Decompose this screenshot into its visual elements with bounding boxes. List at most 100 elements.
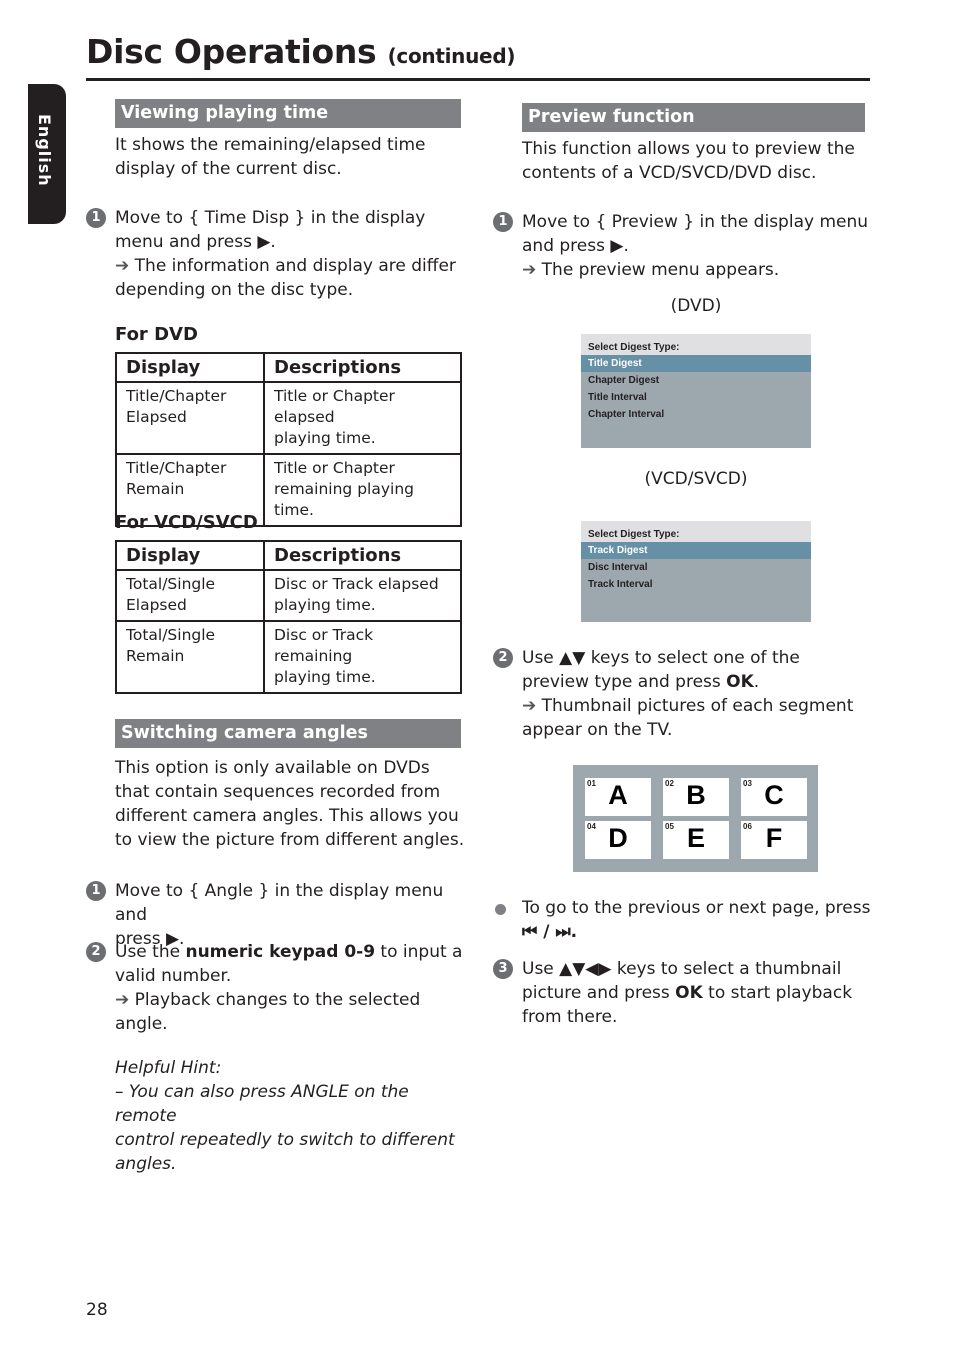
- step-number-icon: 1: [86, 208, 106, 228]
- table-header-row: Display Descriptions: [115, 352, 462, 383]
- step-result: ➔ Playback changes to the selected: [115, 988, 470, 1012]
- viewing-intro: It shows the remaining/elapsed time disp…: [115, 133, 425, 181]
- step-result: ➔ The preview menu appears.: [522, 258, 872, 282]
- digest-menu-header: Select Digest Type:: [581, 334, 811, 355]
- thumbnail-letter: C: [764, 780, 784, 810]
- thumbnail-letter: E: [686, 823, 705, 853]
- result-arrow-icon: ➔: [115, 990, 130, 1010]
- step-text: menu and press ▶.: [115, 232, 276, 252]
- thumbnail-grid: 01 A 02 B 03 C 04 D 05 E 06 F: [573, 765, 818, 872]
- step-result: ➔ Thumbnail pictures of each segment: [522, 694, 872, 718]
- step-text: preview type and press OK.: [522, 672, 760, 692]
- digest-menu-item[interactable]: Track Interval: [581, 576, 811, 593]
- viewing-intro-line: It shows the remaining/elapsed time: [115, 135, 426, 155]
- thumbnail[interactable]: 05 E: [663, 821, 729, 859]
- result-arrow-icon: ➔: [115, 256, 130, 276]
- dvd-table-label: For DVD: [115, 324, 198, 345]
- result-arrow-icon: ➔: [522, 260, 537, 280]
- table-cell-description: Disc or Track remaining playing time.: [263, 620, 462, 694]
- digest-menu-item[interactable]: Disc Interval: [581, 559, 811, 576]
- thumbnail-letter: B: [686, 780, 706, 810]
- thumbnail[interactable]: 01 A: [585, 778, 651, 816]
- dvd-menu-caption: (DVD): [670, 296, 722, 316]
- viewing-intro-line: display of the current disc.: [115, 159, 342, 179]
- hint-title: Helpful Hint:: [115, 1058, 222, 1078]
- preview-step-1: 1 Move to { Preview } in the display men…: [493, 210, 872, 282]
- step-text: from there.: [522, 1007, 618, 1027]
- table-header-display: Display: [115, 540, 265, 571]
- thumbnail-letter: F: [765, 823, 783, 853]
- thumbnail[interactable]: 06 F: [741, 821, 807, 859]
- section-heading-switching-camera-angles: Switching camera angles: [115, 719, 461, 748]
- helpful-hint: Helpful Hint: – You can also press ANGLE…: [115, 1056, 475, 1176]
- preview-step-3: 3 Use ▲▼◀▶ keys to select a thumbnail pi…: [493, 957, 882, 1029]
- angles-intro-line: different camera angles. This allows you: [115, 806, 459, 826]
- step-text: Move to { Time Disp } in the display: [115, 208, 426, 228]
- step-result-text: The preview menu appears.: [541, 260, 780, 280]
- dvd-time-display-table: Display Descriptions Title/Chapter Elapse…: [115, 352, 462, 527]
- language-tab: English: [28, 84, 66, 224]
- page-number: 28: [86, 1300, 108, 1320]
- step-result: ➔ The information and display are differ: [115, 254, 465, 278]
- step-number-icon: 1: [86, 881, 106, 901]
- preview-step-2: 2 Use ▲▼ keys to select one of the previ…: [493, 646, 872, 742]
- angles-intro-line: This option is only available on DVDs: [115, 758, 430, 778]
- step-result-text: Thumbnail pictures of each segment: [541, 696, 854, 716]
- table-cell-display: Title/Chapter Elapsed: [115, 381, 265, 455]
- angles-intro-line: to view the picture from different angle…: [115, 830, 465, 850]
- step-text: picture and press OK to start playback: [522, 983, 853, 1003]
- step-text: Use ▲▼◀▶ keys to select a thumbnail: [522, 959, 842, 979]
- step-text: Use ▲▼ keys to select one of the: [522, 648, 800, 668]
- hint-text: – You can also press ANGLE on the remote: [115, 1082, 409, 1126]
- step-text: and press ▶.: [522, 236, 629, 256]
- step-number-icon: 2: [493, 648, 513, 668]
- table-cell-description: Disc or Track elapsed playing time.: [263, 569, 462, 622]
- digest-menu-item-selected[interactable]: Track Digest: [581, 542, 811, 559]
- table-row: Total/Single Remain Disc or Track remaini…: [115, 620, 462, 694]
- table-cell-description: Title or Chapter remaining playing time.: [263, 453, 462, 527]
- viewing-step-1: 1 Move to { Time Disp } in the display m…: [86, 206, 465, 302]
- step-result-text: depending on the disc type.: [115, 280, 354, 300]
- thumbnail-letter: A: [608, 780, 628, 810]
- page-title: Disc Operations (continued): [86, 32, 515, 71]
- table-row: Title/Chapter Elapsed Title or Chapter el…: [115, 381, 462, 455]
- dvd-digest-menu: Select Digest Type: Title Digest Chapter…: [581, 334, 811, 448]
- step-result-text: The information and display are differ: [134, 256, 456, 276]
- preview-page-bullet: To go to the previous or next page, pres…: [495, 896, 882, 944]
- digest-menu-item[interactable]: Chapter Digest: [581, 372, 811, 389]
- step-text: Move to { Angle } in the display menu an…: [115, 881, 444, 925]
- angles-intro: This option is only available on DVDs th…: [115, 756, 464, 852]
- page-title-main: Disc Operations: [86, 32, 377, 71]
- preview-intro-line: contents of a VCD/SVCD/DVD disc.: [522, 163, 817, 183]
- preview-intro: This function allows you to preview the …: [522, 137, 855, 185]
- thumbnail-letter: D: [608, 823, 628, 853]
- angles-intro-line: that contain sequences recorded from: [115, 782, 441, 802]
- step-number-icon: 1: [493, 212, 513, 232]
- section-heading-viewing-playing-time: Viewing playing time: [115, 99, 461, 128]
- step-number-icon: 2: [86, 942, 106, 962]
- preview-intro-line: This function allows you to preview the: [522, 139, 855, 159]
- digest-menu-item-selected[interactable]: Title Digest: [581, 355, 811, 372]
- step-result-text: appear on the TV.: [522, 720, 673, 740]
- title-rule: [86, 78, 870, 81]
- page-title-continued: (continued): [387, 44, 516, 68]
- step-text: valid number.: [115, 966, 232, 986]
- vcd-table-label: For VCD/SVCD: [115, 512, 258, 533]
- language-tab-label: English: [35, 114, 54, 187]
- thumbnail[interactable]: 04 D: [585, 821, 651, 859]
- digest-menu-header: Select Digest Type:: [581, 521, 811, 542]
- bullet-text: To go to the previous or next page, pres…: [522, 898, 871, 918]
- table-header-display: Display: [115, 352, 265, 383]
- digest-menu-item[interactable]: Chapter Interval: [581, 406, 811, 423]
- thumbnail[interactable]: 03 C: [741, 778, 807, 816]
- step-result-text: Playback changes to the selected: [134, 990, 421, 1010]
- bullet-icon: [495, 904, 506, 915]
- table-header-row: Display Descriptions: [115, 540, 462, 571]
- hint-text: control repeatedly to switch to differen…: [115, 1130, 455, 1150]
- step-number-icon: 3: [493, 959, 513, 979]
- thumbnail[interactable]: 02 B: [663, 778, 729, 816]
- vcd-digest-menu: Select Digest Type: Track Digest Disc In…: [581, 521, 811, 622]
- table-header-descriptions: Descriptions: [263, 352, 462, 383]
- prev-next-keys: ⏮ / ⏭.: [522, 922, 578, 942]
- digest-menu-item[interactable]: Title Interval: [581, 389, 811, 406]
